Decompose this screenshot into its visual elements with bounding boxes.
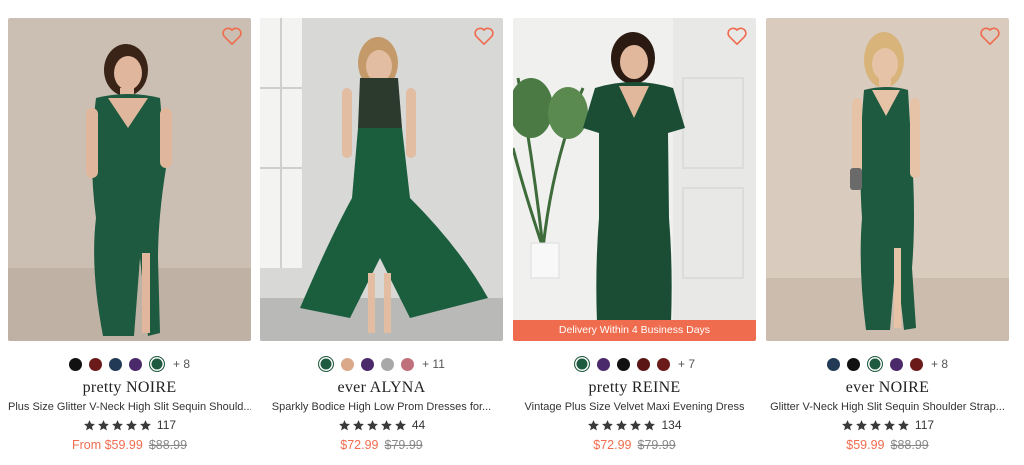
product-title[interactable]: Sparkly Bodice High Low Prom Dresses for… [260,401,503,413]
color-swatch[interactable] [866,356,883,372]
review-count: 117 [914,418,935,432]
star-icon [126,419,137,430]
star-icon [856,419,867,430]
review-count: 117 [156,418,177,432]
price-block: $59.99 $88.99 [766,438,1009,452]
sale-price: $72.99 [593,438,632,452]
sale-price: $72.99 [340,438,379,452]
product-title[interactable]: Plus Size Glitter V-Neck High Slit Sequi… [8,401,251,413]
star-icon [352,419,364,430]
wishlist-heart-icon[interactable] [473,26,495,46]
star-icon [616,419,628,430]
model-photo [513,18,756,341]
more-colors-count[interactable]: + 7 [678,357,695,371]
model-photo [260,18,503,341]
color-swatch[interactable] [88,357,102,371]
color-swatch[interactable] [68,357,82,371]
color-swatch[interactable] [636,357,650,371]
color-swatches: + 8 [8,355,251,373]
product-photo[interactable]: Delivery Within 4 Business Days [513,18,756,341]
product-brand[interactable]: pretty NOIRE [8,379,251,397]
more-colors-count[interactable]: + 8 [931,357,948,371]
product-photo[interactable] [260,18,503,341]
price-block: $72.99 $79.99 [260,438,503,452]
product-brand[interactable]: ever NOIRE [766,379,1009,397]
color-swatch[interactable] [381,357,395,371]
original-price: $88.99 [148,438,188,452]
price-block: $72.99 $79.99 [513,438,756,452]
color-swatch[interactable] [361,357,375,371]
star-icon [394,419,406,430]
star-icon [98,419,109,430]
color-swatch[interactable] [616,357,630,371]
color-swatch[interactable] [573,356,590,372]
star-icon [84,419,95,430]
review-count: 44 [411,418,426,432]
model-photo [766,18,1009,341]
star-icon [898,419,909,430]
star-rating [83,419,152,432]
color-swatch[interactable] [596,357,610,371]
product-rating: 117 [8,418,251,432]
star-icon [644,419,656,430]
color-swatch[interactable] [889,357,903,371]
delivery-badge: Delivery Within 4 Business Days [513,320,756,341]
product-title[interactable]: Vintage Plus Size Velvet Maxi Evening Dr… [513,401,756,413]
wishlist-heart-icon[interactable] [979,26,1001,46]
star-rating [841,419,910,432]
star-icon [112,419,123,430]
original-price: $79.99 [637,438,676,452]
star-rating [587,419,656,432]
product-rating: 134 [513,418,756,432]
star-icon [842,419,853,430]
star-rating [338,419,407,432]
color-swatch[interactable] [846,357,860,371]
star-icon [588,419,600,430]
more-colors-count[interactable]: + 8 [173,357,190,371]
sale-price: From $59.99 [71,438,143,452]
star-icon [602,419,614,430]
price-block: From $59.99 $88.99 [8,438,251,452]
wishlist-heart-icon[interactable] [726,26,748,46]
star-icon [870,419,881,430]
star-icon [140,419,151,430]
color-swatch[interactable] [128,357,142,371]
color-swatches: + 7 [513,355,756,373]
color-swatch[interactable] [148,356,165,372]
more-colors-count[interactable]: + 11 [422,357,445,371]
color-swatches: + 8 [766,355,1009,373]
sale-price: $59.99 [846,438,885,452]
product-photo[interactable] [8,18,251,341]
color-swatch[interactable] [826,357,840,371]
original-price: $88.99 [890,438,929,452]
product-rating: 44 [260,418,503,432]
star-icon [338,419,350,430]
product-grid: + 8 pretty NOIRE Plus Size Glitter V-Nec… [8,18,1009,458]
color-swatch[interactable] [401,357,415,371]
color-swatch[interactable] [909,357,923,371]
star-icon [630,419,642,430]
color-swatch[interactable] [318,356,335,372]
product-photo[interactable] [766,18,1009,341]
star-icon [366,419,378,430]
color-swatch[interactable] [108,357,122,371]
star-icon [884,419,895,430]
model-photo [8,18,251,341]
product-card[interactable]: + 8 ever NOIRE Glitter V-Neck High Slit … [766,18,1009,458]
product-card[interactable]: + 8 pretty NOIRE Plus Size Glitter V-Nec… [8,18,251,458]
product-rating: 117 [766,418,1009,432]
star-icon [380,419,392,430]
product-card[interactable]: Delivery Within 4 Business Days + 7 pret… [513,18,756,458]
product-card[interactable]: + 11 ever ALYNA Sparkly Bodice High Low … [260,18,503,458]
color-swatch[interactable] [656,357,670,371]
color-swatches: + 11 [260,355,503,373]
product-brand[interactable]: pretty REINE [513,379,756,397]
wishlist-heart-icon[interactable] [221,26,243,46]
review-count: 134 [661,418,682,432]
original-price: $79.99 [384,438,423,452]
color-swatch[interactable] [341,357,355,371]
product-brand[interactable]: ever ALYNA [260,379,503,397]
product-title[interactable]: Glitter V-Neck High Slit Sequin Shoulder… [766,401,1009,413]
